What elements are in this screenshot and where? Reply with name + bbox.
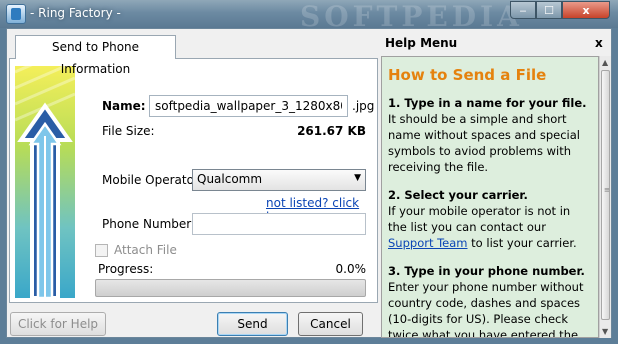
scroll-down-arrow-icon[interactable]: ▼ — [602, 327, 608, 336]
attach-file-label: Attach File — [114, 243, 177, 257]
help-content: How to Send a File 1. Type in a name for… — [381, 56, 599, 338]
send-form-panel: Name: .jpg File Size: 261.67 KB Mobile O… — [9, 58, 378, 303]
help-step2-text-b: to list your carrier. — [467, 236, 577, 250]
cancel-button[interactable]: Cancel — [298, 312, 363, 336]
help-pane: Help Menu x How to Send a File 1. Type i… — [379, 29, 611, 338]
name-input[interactable] — [149, 95, 348, 117]
help-step3-text: Enter your phone number without country … — [388, 280, 584, 338]
file-size-value: 261.67 KB — [297, 124, 366, 138]
help-heading: How to Send a File — [388, 66, 547, 84]
window-title: - Ring Factory - — [30, 6, 121, 20]
operator-select[interactable]: Qualcomm ▼ — [192, 169, 366, 191]
help-step3-title: 3. Type in your phone number. — [388, 264, 585, 278]
chevron-down-icon: ▼ — [354, 173, 361, 183]
help-header: Help Menu x — [379, 29, 611, 55]
progress-value: 0.0% — [335, 262, 367, 276]
scrollbar-thumb[interactable]: ≡ — [601, 70, 610, 320]
help-close-icon[interactable]: x — [595, 36, 603, 50]
help-button[interactable]: Click for Help — [10, 312, 106, 336]
help-scrollbar[interactable]: ▲ ≡ ▼ — [599, 56, 611, 338]
close-button[interactable]: x — [562, 1, 610, 19]
grip-icon: ≡ — [604, 186, 610, 194]
operator-value: Qualcomm — [197, 172, 263, 186]
help-step2-text-a: If your mobile operator is not in the li… — [388, 204, 571, 234]
progress-label: Progress: — [98, 262, 154, 276]
scroll-up-arrow-icon[interactable]: ▲ — [602, 58, 608, 67]
file-size-label: File Size: — [102, 124, 155, 138]
app-icon[interactable] — [6, 4, 26, 24]
attach-file-checkbox[interactable] — [95, 244, 108, 257]
maximize-button[interactable]: ☐ — [536, 1, 562, 19]
phone-number-input[interactable] — [192, 213, 366, 235]
minimize-button[interactable]: ‒ — [510, 1, 536, 19]
operator-label: Mobile Operator: — [102, 173, 203, 187]
help-step1-text: It should be a simple and short name wit… — [388, 112, 580, 174]
extension-label: .jpg — [352, 99, 375, 113]
tab-send-to-phone[interactable]: Send to Phone Information — [15, 35, 176, 76]
help-step1-title: 1. Type in a name for your file. — [388, 96, 587, 110]
help-step2-text: If your mobile operator is not in the li… — [388, 203, 592, 251]
app-window: SOFTPEDIA - Ring Factory - ‒ ☐ x Send to… — [0, 0, 618, 344]
name-label: Name: — [102, 99, 146, 113]
help-menu-title: Help Menu — [385, 36, 458, 50]
title-bar[interactable]: SOFTPEDIA - Ring Factory - ‒ ☐ x — [0, 0, 618, 33]
send-button[interactable]: Send — [217, 312, 288, 336]
phone-label: Phone Number: — [102, 217, 196, 231]
progress-bar — [95, 279, 366, 297]
support-team-link[interactable]: Support Team — [388, 236, 468, 250]
upload-arrow-art-icon — [15, 66, 75, 298]
help-step2-title: 2. Select your carrier. — [388, 188, 528, 202]
client-area: Send to Phone Information Name: softpedi… — [6, 28, 612, 338]
